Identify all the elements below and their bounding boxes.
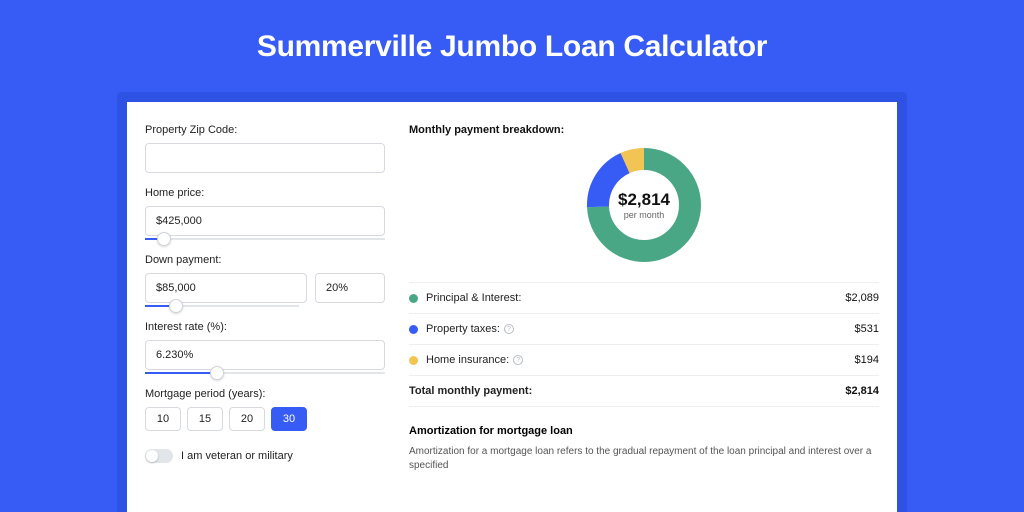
interest-input[interactable] xyxy=(145,340,385,370)
down-payment-group: Down payment: xyxy=(145,254,385,307)
home-price-input[interactable] xyxy=(145,206,385,236)
down-payment-label: Down payment: xyxy=(145,254,385,266)
down-payment-input[interactable] xyxy=(145,273,307,303)
period-group: Mortgage period (years): 10152030 xyxy=(145,388,385,431)
legend-total-row: Total monthly payment:$2,814 xyxy=(409,376,879,407)
legend-dot xyxy=(409,356,418,365)
interest-group: Interest rate (%): xyxy=(145,321,385,374)
home-price-slider-thumb[interactable] xyxy=(157,232,171,246)
info-icon[interactable]: ? xyxy=(513,355,523,365)
home-price-label: Home price: xyxy=(145,187,385,199)
period-option-20[interactable]: 20 xyxy=(229,407,265,431)
interest-slider-thumb[interactable] xyxy=(210,366,224,380)
amortization-text: Amortization for a mortgage loan refers … xyxy=(409,445,879,473)
legend-row: Property taxes:?$531 xyxy=(409,314,879,345)
donut-chart-wrap: $2,814 per month xyxy=(409,146,879,264)
legend-dot xyxy=(409,325,418,334)
legend-amount: $2,089 xyxy=(845,292,879,304)
legend-amount: $531 xyxy=(855,323,879,335)
zip-input[interactable] xyxy=(145,143,385,173)
period-option-30[interactable]: 30 xyxy=(271,407,307,431)
amortization-section: Amortization for mortgage loan Amortizat… xyxy=(409,425,879,473)
legend-amount: $194 xyxy=(855,354,879,366)
down-payment-pct-input[interactable] xyxy=(315,273,385,303)
period-option-10[interactable]: 10 xyxy=(145,407,181,431)
zip-label: Property Zip Code: xyxy=(145,124,385,136)
period-label: Mortgage period (years): xyxy=(145,388,385,400)
breakdown-column: Monthly payment breakdown: $2,814 per mo… xyxy=(409,124,879,512)
legend-row: Home insurance:?$194 xyxy=(409,345,879,376)
period-option-15[interactable]: 15 xyxy=(187,407,223,431)
veteran-label: I am veteran or military xyxy=(181,450,293,462)
page-title: Summerville Jumbo Loan Calculator xyxy=(0,0,1024,92)
donut-value: $2,814 xyxy=(618,190,670,210)
down-payment-slider-thumb[interactable] xyxy=(169,299,183,313)
veteran-toggle[interactable] xyxy=(145,449,173,463)
legend: Principal & Interest:$2,089Property taxe… xyxy=(409,282,879,407)
outer-frame: Property Zip Code: Home price: Down paym… xyxy=(117,92,907,512)
legend-label: Principal & Interest: xyxy=(426,292,845,304)
legend-label: Home insurance:? xyxy=(426,354,855,366)
donut-chart: $2,814 per month xyxy=(585,146,703,264)
breakdown-heading: Monthly payment breakdown: xyxy=(409,124,879,136)
interest-slider[interactable] xyxy=(145,372,385,374)
legend-dot xyxy=(409,294,418,303)
home-price-slider[interactable] xyxy=(145,238,385,240)
form-column: Property Zip Code: Home price: Down paym… xyxy=(145,124,385,512)
down-payment-slider[interactable] xyxy=(145,305,299,307)
legend-total-label: Total monthly payment: xyxy=(409,385,845,397)
donut-sub: per month xyxy=(624,210,665,220)
info-icon[interactable]: ? xyxy=(504,324,514,334)
calculator-panel: Property Zip Code: Home price: Down paym… xyxy=(127,102,897,512)
legend-total-amount: $2,814 xyxy=(845,385,879,397)
veteran-row: I am veteran or military xyxy=(145,449,385,463)
legend-row: Principal & Interest:$2,089 xyxy=(409,283,879,314)
legend-label: Property taxes:? xyxy=(426,323,855,335)
amortization-heading: Amortization for mortgage loan xyxy=(409,425,879,437)
home-price-group: Home price: xyxy=(145,187,385,240)
zip-group: Property Zip Code: xyxy=(145,124,385,173)
period-options: 10152030 xyxy=(145,407,385,431)
interest-label: Interest rate (%): xyxy=(145,321,385,333)
